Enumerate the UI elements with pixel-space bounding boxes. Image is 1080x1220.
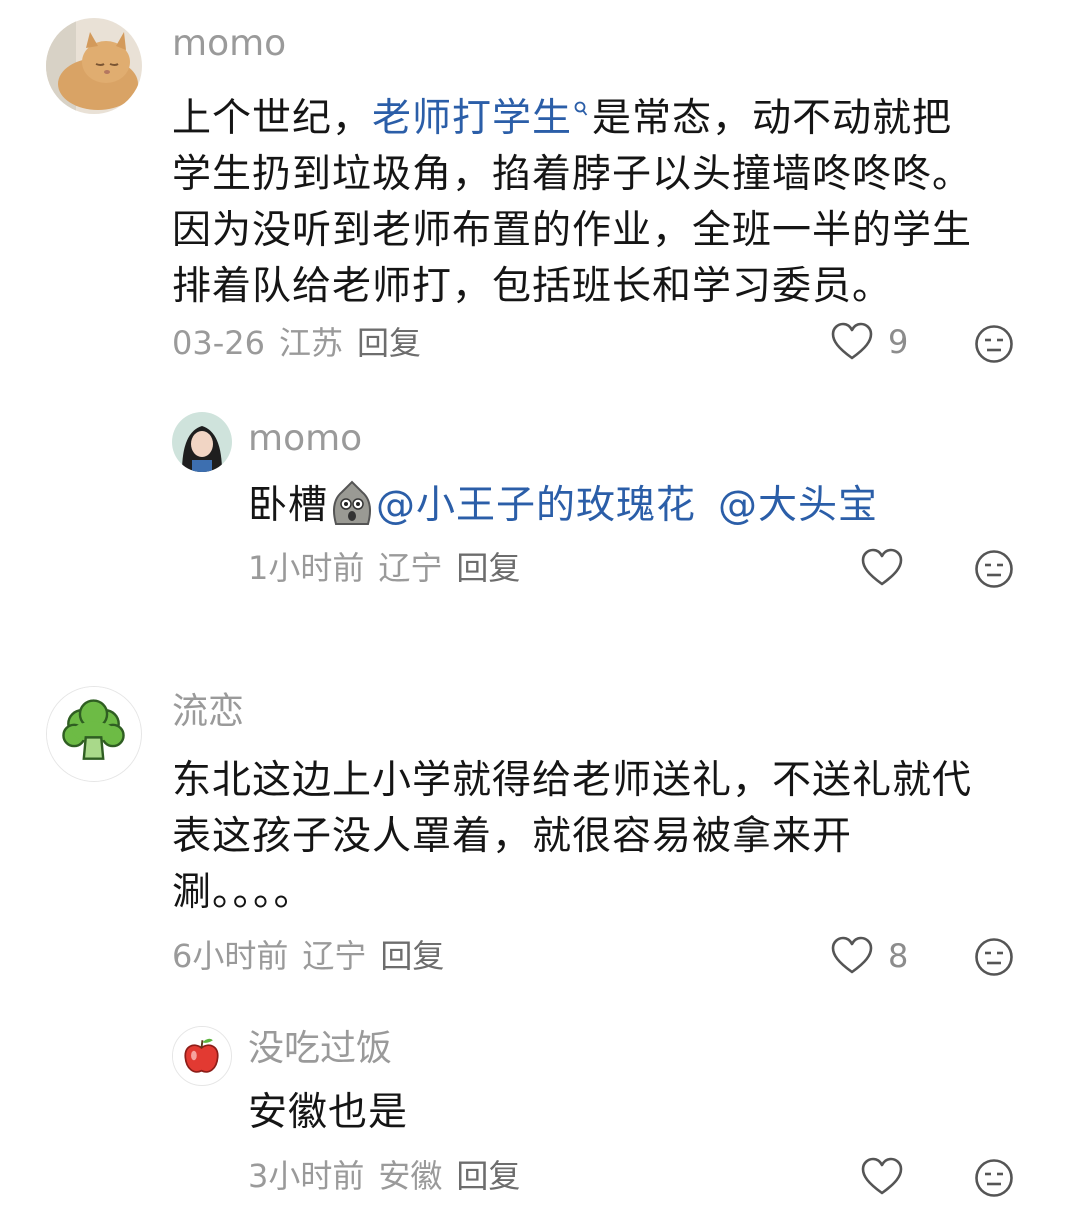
reply-button[interactable]: 回复	[357, 324, 421, 362]
like-count: 9	[888, 323, 909, 361]
apple-avatar-icon[interactable]	[172, 1026, 232, 1086]
comment-username[interactable]: 流恋	[172, 694, 244, 730]
reply-button[interactable]: 回复	[456, 1157, 520, 1195]
comment-text-line: 涮。。。。	[172, 870, 314, 915]
like-button[interactable]	[860, 548, 904, 588]
search-link[interactable]: 老师打学生	[372, 96, 572, 141]
like-button[interactable]: 8	[830, 936, 908, 976]
search-icon[interactable]	[574, 84, 588, 140]
comment-date: 03-26	[172, 324, 265, 362]
reply-text: 卧槽 @小王子的玫瑰花 @大头宝	[248, 478, 878, 542]
like-count: 8	[888, 937, 909, 975]
dislike-icon[interactable]	[974, 1158, 1014, 1202]
reply-username[interactable]: 没吃过饭	[248, 1031, 392, 1067]
comment-date: 6小时前	[172, 937, 289, 975]
reply-meta: 3小时前 安徽 回复	[248, 1160, 534, 1192]
cat-avatar-icon[interactable]	[46, 18, 142, 114]
comment-text-line: 学生扔到垃圾角，掐着脖子以头撞墙咚咚咚。	[172, 152, 973, 197]
comment-text-line: 因为没听到老师布置的作业，全班一半的学生	[172, 208, 973, 253]
reply-text-line: 安徽也是	[248, 1090, 409, 1135]
mention-link[interactable]: @小王子的玫瑰花	[376, 483, 696, 528]
comment-meta: 6小时前 辽宁 回复	[172, 940, 458, 972]
comment-text-segment: 上个世纪，	[172, 96, 373, 141]
dislike-icon[interactable]	[974, 937, 1014, 981]
girl-avatar-icon[interactable]	[172, 412, 232, 472]
comment-text-line: 东北这边上小学就得给老师送礼，不送礼就代	[172, 758, 973, 803]
heart-icon	[861, 548, 903, 586]
comment-text-segment: 是常态，动不动就把	[592, 96, 953, 141]
comment-meta: 03-26 江苏 回复	[172, 327, 435, 359]
reply-location: 辽宁	[378, 549, 443, 587]
reply-button[interactable]: 回复	[456, 549, 520, 587]
like-button[interactable]: 9	[830, 322, 908, 362]
reply-username[interactable]: momo	[248, 421, 362, 457]
mention-link[interactable]: @大头宝	[718, 483, 878, 528]
dislike-icon[interactable]	[974, 549, 1014, 593]
heart-icon	[831, 936, 873, 974]
reply-date: 3小时前	[248, 1157, 365, 1195]
comment-text: 上个世纪，老师打学生 是常态，动不动就把 学生扔到垃圾角，掐着脖子以头撞墙咚咚咚…	[172, 84, 972, 315]
comment-text-line: 排着队给老师打，包括班长和学习委员。	[172, 264, 893, 309]
reply-text: 安徽也是	[248, 1085, 408, 1141]
dislike-icon[interactable]	[974, 324, 1014, 368]
like-button[interactable]	[860, 1157, 904, 1197]
comment-location: 江苏	[278, 324, 343, 362]
comment-location: 辽宁	[302, 937, 367, 975]
comment-text: 东北这边上小学就得给老师送礼，不送礼就代 表这孩子没人罩着，就很容易被拿来开 涮…	[172, 753, 972, 921]
reply-text-segment: 卧槽	[248, 483, 329, 528]
reply-date: 1小时前	[248, 549, 365, 587]
comment-username[interactable]: momo	[172, 26, 286, 62]
broccoli-avatar-icon[interactable]	[46, 686, 142, 782]
reply-location: 安徽	[378, 1157, 443, 1195]
shocked-emoji-icon	[328, 480, 376, 542]
comment-text-line: 表这孩子没人罩着，就很容易被拿来开	[172, 814, 853, 859]
heart-icon	[831, 322, 873, 360]
reply-button[interactable]: 回复	[380, 937, 444, 975]
reply-meta: 1小时前 辽宁 回复	[248, 552, 534, 584]
heart-icon	[861, 1157, 903, 1195]
